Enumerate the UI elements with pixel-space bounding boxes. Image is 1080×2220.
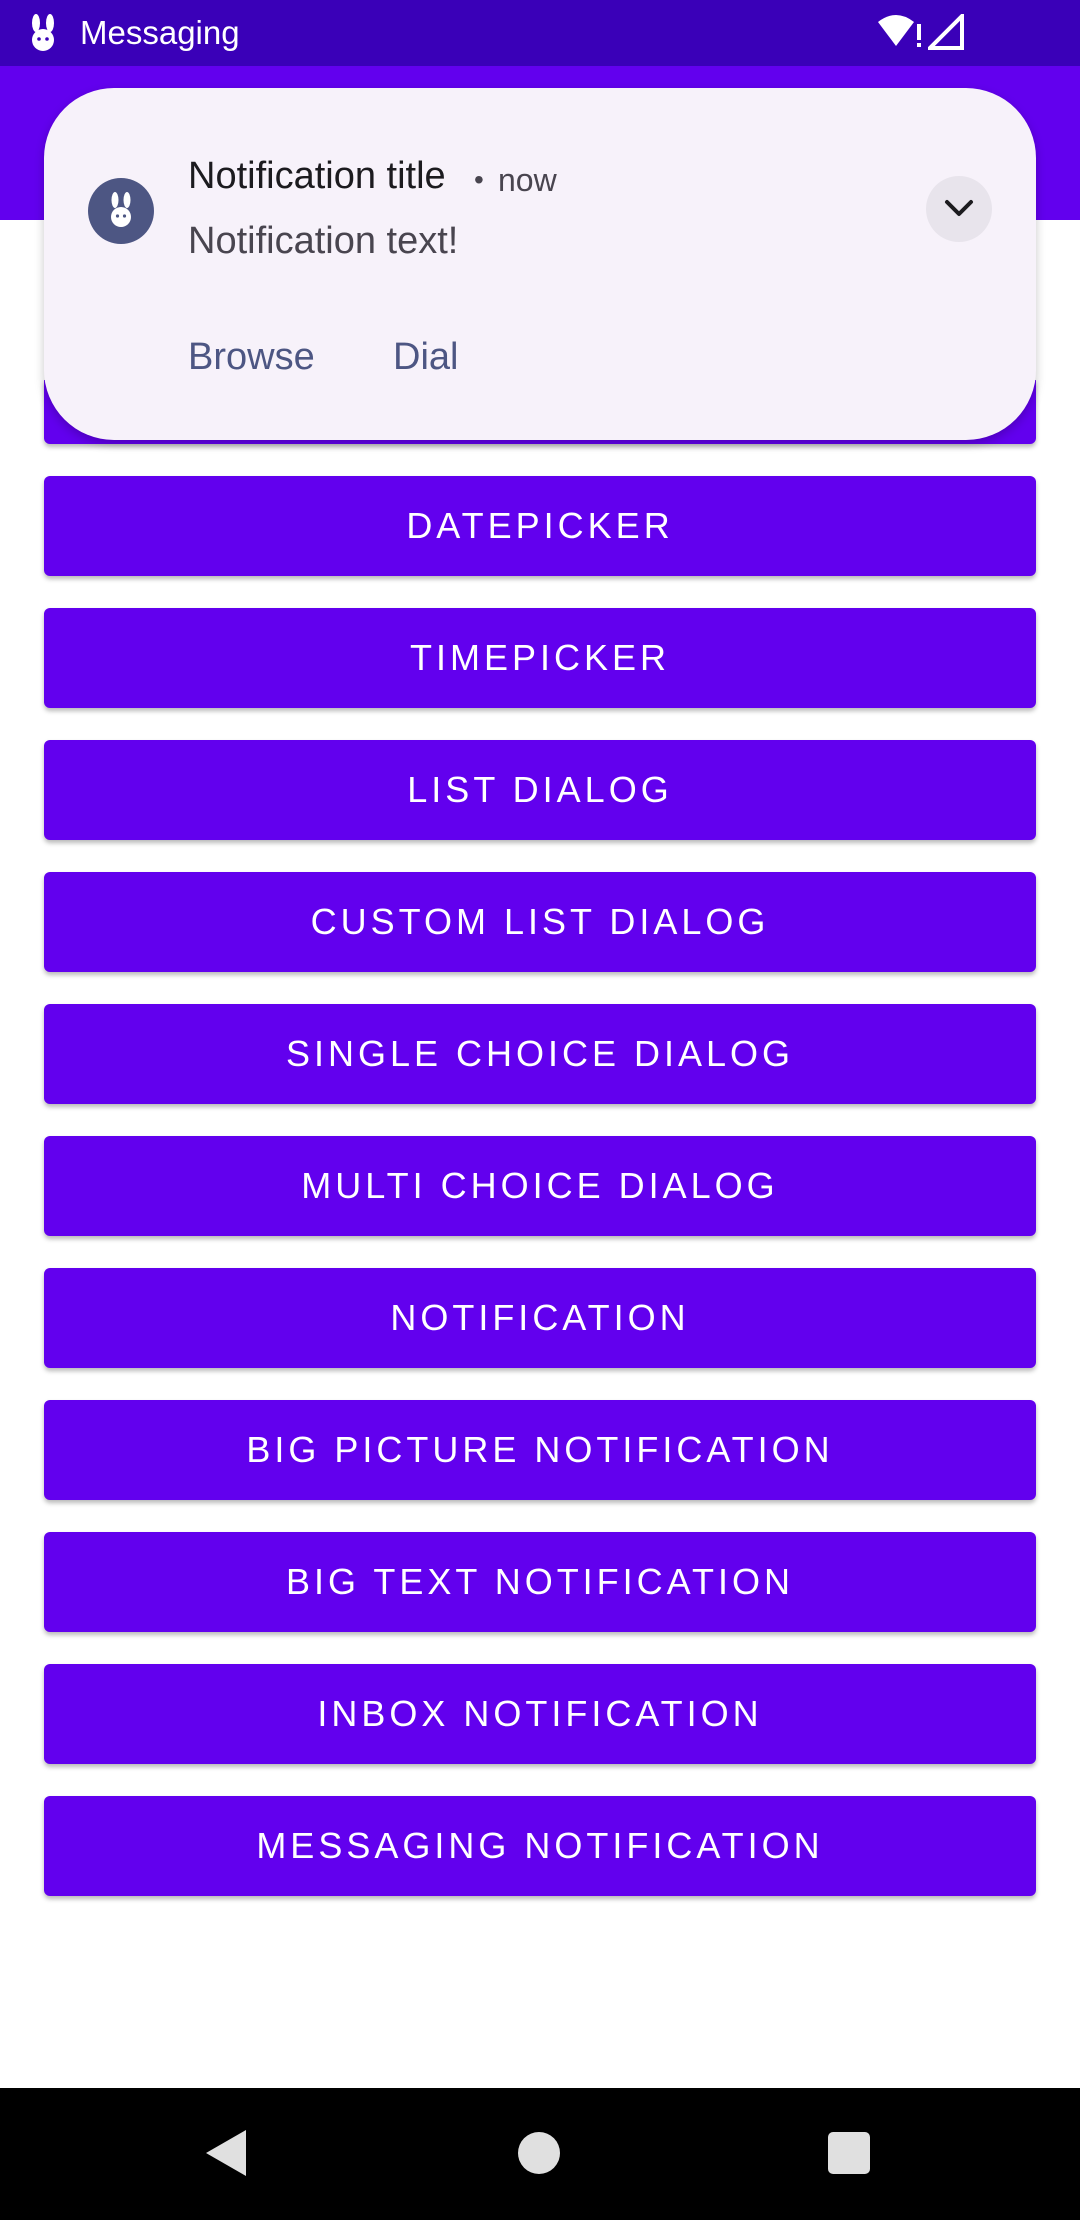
notification-time: now: [498, 162, 557, 198]
inbox-notification-button[interactable]: INBOX NOTIFICATION: [44, 1664, 1036, 1764]
recents-square-icon[interactable]: [828, 2132, 870, 2174]
chevron-down-icon[interactable]: [926, 176, 992, 242]
notification-title: Notification title: [188, 155, 446, 197]
status-bar: Messaging: [0, 0, 1080, 66]
single-choice-dialog-button[interactable]: SINGLE CHOICE DIALOG: [44, 1004, 1036, 1104]
screen: Messaging DATEPICKER TIMEPICKER LIST DIA…: [0, 0, 1080, 2220]
messaging-notification-button[interactable]: MESSAGING NOTIFICATION: [44, 1796, 1036, 1896]
notification-separator: •: [474, 164, 484, 195]
notification-button[interactable]: NOTIFICATION: [44, 1268, 1036, 1368]
timepicker-button[interactable]: TIMEPICKER: [44, 608, 1036, 708]
home-circle-icon[interactable]: [518, 2132, 560, 2174]
multi-choice-dialog-button[interactable]: MULTI CHOICE DIALOG: [44, 1136, 1036, 1236]
rabbit-icon: [88, 178, 154, 244]
datepicker-button[interactable]: DATEPICKER: [44, 476, 1036, 576]
notification-action-browse[interactable]: Browse: [188, 334, 315, 380]
cell-signal-icon: [925, 11, 964, 50]
status-app-title: Messaging: [80, 14, 240, 51]
notification-text: Notification text!: [188, 220, 459, 262]
notification-card[interactable]: Notification title • now Notification te…: [44, 88, 1036, 440]
navigation-bar: [0, 2088, 1080, 2220]
wifi-alert-icon: [878, 14, 924, 50]
big-picture-notification-button[interactable]: BIG PICTURE NOTIFICATION: [44, 1400, 1036, 1500]
rabbit-icon: [26, 14, 60, 52]
back-triangle-icon[interactable]: [204, 2128, 248, 2183]
notification-action-dial[interactable]: Dial: [393, 334, 458, 380]
custom-list-dialog-button[interactable]: CUSTOM LIST DIALOG: [44, 872, 1036, 972]
list-dialog-button[interactable]: LIST DIALOG: [44, 740, 1036, 840]
big-text-notification-button[interactable]: BIG TEXT NOTIFICATION: [44, 1532, 1036, 1632]
